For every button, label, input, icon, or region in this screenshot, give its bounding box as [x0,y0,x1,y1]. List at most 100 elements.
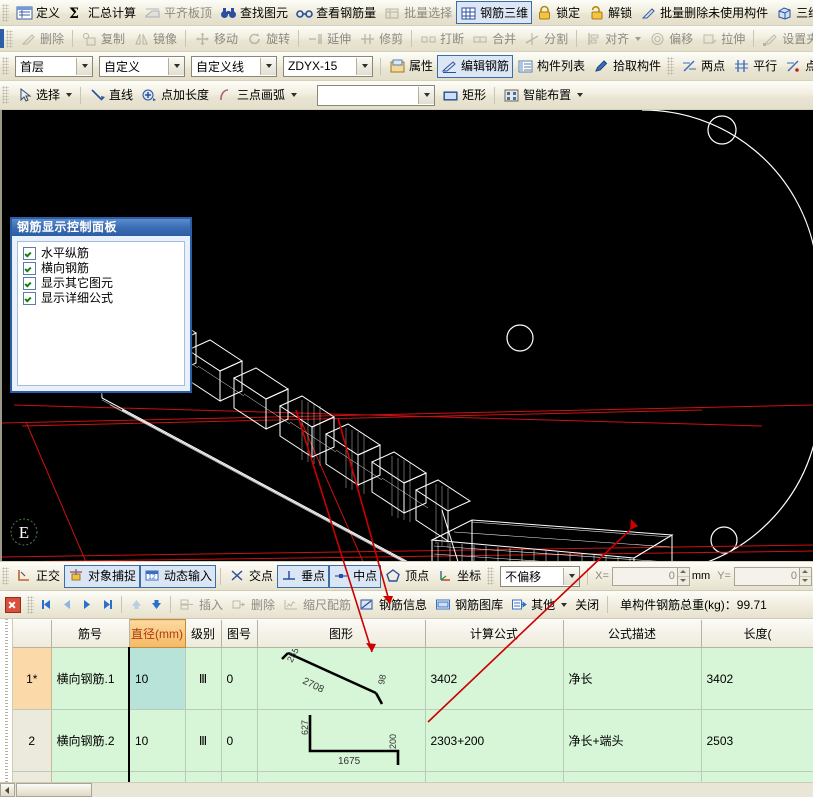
close-icon[interactable] [5,596,21,613]
cell-formula[interactable]: 2303+200 [425,709,564,772]
x-spinner[interactable] [677,566,690,586]
toolbar-merge-button[interactable]: 合并 [468,27,520,50]
toolbar-break-button[interactable]: 打断 [416,27,468,50]
chevron-down-icon[interactable] [561,602,568,607]
scale-rebar-button[interactable]: 缩尺配筋 [279,593,355,616]
chevron-down-icon[interactable] [260,57,276,75]
cell-description[interactable]: 净长+端头 [563,709,702,772]
th-rebar-no[interactable]: 筋号 [51,619,130,648]
cell-length[interactable]: 2503 [701,709,813,772]
table-row[interactable]: 1* 横向钢筋.1 10 Ⅲ 0 255 2708 98 3402 净长 340… [13,647,813,710]
cell-rownum[interactable]: 1* [13,647,52,710]
scrollbar-thumb[interactable] [16,783,92,797]
insert-row-button[interactable]: 插入 [175,593,227,616]
chevron-down-icon[interactable] [356,57,372,75]
first-record-button[interactable] [37,595,57,615]
toolbar-view-rebar-qty-button[interactable]: 查看钢筋量 [292,1,380,24]
toolbar-grip-draw[interactable] [2,86,9,104]
chevron-down-icon[interactable] [76,57,92,75]
cell-length[interactable]: 3402 [701,647,813,710]
toolbar-split-button[interactable]: 分割 [520,27,572,50]
cell-rebar-no[interactable]: 横向钢筋.1 [51,647,130,710]
th-shape[interactable]: 图形 [257,619,426,648]
chevron-down-icon[interactable] [563,567,580,585]
cell-rebar-no[interactable]: 横向钢筋.2 [51,709,130,772]
th-grade[interactable]: 级别 [185,619,222,648]
type-select[interactable]: 自定义线 [191,55,277,77]
category-select[interactable]: 自定义 [99,55,185,77]
chevron-down-icon[interactable] [168,57,184,75]
rebar-edit-table[interactable]: 筋号 直径(mm) 级别 图号 图形 计算公式 公式描述 长度( 1* 横向钢筋… [0,619,813,797]
checkbox-icon[interactable] [23,276,36,290]
floor-select[interactable]: 首层 [15,55,93,77]
cell-description[interactable]: 净长 [563,647,702,710]
toolbar-define-button[interactable]: 定义 [12,1,64,24]
checkbox-row-show-other-elements[interactable]: 显示其它图元 [23,276,179,290]
rectangle-tool-button[interactable]: 矩形 [438,84,490,107]
chevron-down-icon[interactable] [66,93,73,97]
toolbar-batch-select-button[interactable]: 批量选择 [380,1,456,24]
three-point-arc-button[interactable]: 三点画弧 [213,84,301,107]
toolbar-grip-context[interactable] [2,57,9,75]
toolbar-grip-edit[interactable] [6,29,13,48]
toolbar-trim-button[interactable]: 修剪 [355,27,407,50]
snapbar-grip[interactable] [2,567,9,585]
point-angle-button[interactable]: 点角 [781,55,813,78]
th-diameter[interactable]: 直径(mm) [128,619,186,648]
y-spinner[interactable] [799,566,812,586]
rebar-table[interactable]: 筋号 直径(mm) 级别 图号 图形 计算公式 公式描述 长度( 1* 横向钢筋… [13,619,813,797]
th-rownum[interactable] [13,619,52,648]
toolbar-grip-draw-mode[interactable] [667,57,675,75]
cell-diameter[interactable]: 10 [128,709,186,772]
toolbar-stretch-button[interactable]: 拉伸 [697,27,749,50]
dynamic-input-toggle[interactable]: 12 动态输入 [140,564,217,588]
properties-button[interactable]: 属性 [385,55,437,78]
gridbar-grip[interactable] [27,595,34,614]
previous-record-button[interactable] [57,595,77,615]
parallel-button[interactable]: 平行 [729,55,781,78]
intersection-snap-toggle[interactable]: 交点 [225,565,277,588]
toolbar-rotate-button[interactable]: 旋转 [242,27,294,50]
checkbox-icon[interactable] [23,261,36,275]
draw-option-select[interactable] [317,84,436,106]
rebar-display-control-panel[interactable]: 钢筋显示控制面板 水平纵筋 横向钢筋 显示其它图元 显示详细公式 [10,217,192,393]
chevron-down-icon[interactable] [418,86,435,104]
object-snap-toggle[interactable]: 对象捕捉 [64,564,141,588]
select-tool-button[interactable]: 选择 [12,84,76,107]
th-length[interactable]: 长度( [701,619,813,648]
chevron-down-icon[interactable] [577,93,584,97]
member-select[interactable]: ZDYX-15 [283,55,373,77]
cell-shape[interactable]: 255 2708 98 [257,647,426,710]
toolbar-lock-button[interactable]: 锁定 [532,1,584,24]
next-record-button[interactable] [77,595,97,615]
rebar-info-button[interactable]: 钢筋信息 [355,593,431,616]
toolbar-summary-calc-button[interactable]: Σ 汇总计算 [64,1,140,24]
pick-member-button[interactable]: 拾取构件 [589,55,665,78]
toolbar-set-grip-button[interactable]: 设置夹点 [758,27,813,50]
x-coordinate-input[interactable]: 0 [611,566,678,586]
checkbox-row-show-detailed-formula[interactable]: 显示详细公式 [23,291,179,305]
last-record-button[interactable] [97,595,117,615]
vertex-snap-toggle[interactable]: 顶点 [381,565,433,588]
toolbar-extend-button[interactable]: 延伸 [303,27,355,50]
midpoint-snap-toggle[interactable]: 中点 [329,564,382,588]
perpendicular-snap-toggle[interactable]: 垂点 [277,564,330,588]
toolbar-grip[interactable] [2,3,9,22]
checkbox-row-horizontal-longitudinal[interactable]: 水平纵筋 [23,246,179,260]
ortho-toggle[interactable]: 正交 [12,565,64,588]
th-formula[interactable]: 计算公式 [425,619,564,648]
th-description[interactable]: 公式描述 [563,619,702,648]
toolbar-find-element-button[interactable]: 查找图元 [216,1,292,24]
toolbar-offset-button[interactable]: 偏移 [645,27,697,50]
delete-row-button[interactable]: 删除 [227,593,279,616]
checkbox-icon[interactable] [23,246,36,260]
cell-grade[interactable]: Ⅲ [185,647,222,710]
scroll-left-button[interactable] [0,783,15,797]
cell-diameter[interactable]: 10 [128,647,186,710]
table-row[interactable]: 2 横向钢筋.2 10 Ⅲ 0 627 1675 200 2303+200 净长… [13,709,813,772]
toolbar-flush-slab-button[interactable]: 平齐板顶 [140,1,216,24]
toolbar-move-button[interactable]: 移动 [190,27,242,50]
cell-rownum[interactable]: 2 [13,709,52,772]
member-list-button[interactable]: 构件列表 [513,55,589,78]
line-tool-button[interactable]: 直线 [85,84,137,107]
